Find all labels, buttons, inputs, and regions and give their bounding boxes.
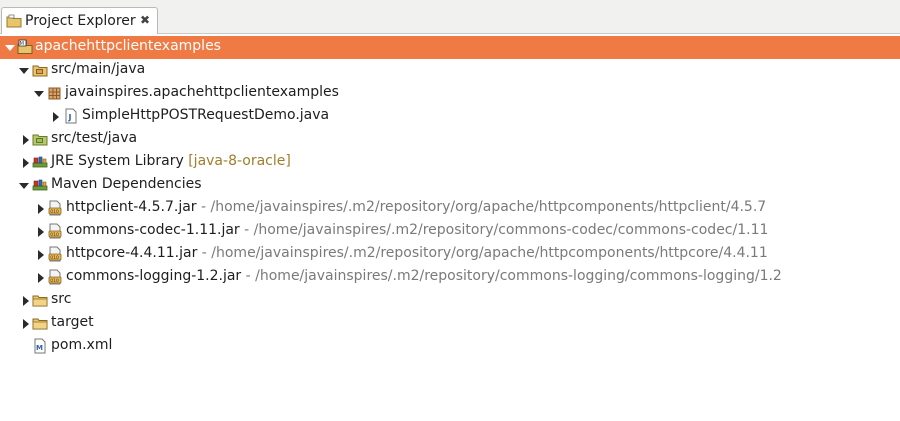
view-tab-bar: Project Explorer ✖ [0,0,900,34]
tab-title: Project Explorer [25,13,136,29]
source-folder-icon [32,65,48,77]
tree-item-label: SimpleHttpPOSTRequestDemo.java [82,107,330,123]
chevron-right-icon[interactable] [35,203,47,215]
tree-item-label: pom.xml [51,337,113,353]
jar-path: - /home/javainspires/.m2/repository/comm… [241,268,782,284]
project-explorer-icon [6,14,22,28]
tree-item-label: src/main/java [51,61,146,77]
library-icon [32,179,48,191]
tree-item-jar[interactable]: 010 httpcore-4.4.11.jar - /home/javainsp… [0,243,900,266]
tree-item-jar[interactable]: 010 commons-codec-1.11.jar - /home/javai… [0,220,900,243]
jar-path: - /home/javainspires/.m2/repository/org/… [197,245,768,261]
svg-text:J: J [25,40,27,46]
tree-item-jar[interactable]: 010 httpclient-4.5.7.jar - /home/javains… [0,197,900,220]
jar-icon: 010 [48,269,62,285]
library-icon [32,156,48,168]
tree-item-label: target [51,314,94,330]
svg-text:010: 010 [50,232,59,238]
project-explorer-tab[interactable]: Project Explorer ✖ [1,7,158,34]
maven-project-icon: M J [17,39,33,54]
chevron-right-icon[interactable] [20,295,32,307]
jre-decoration: [java-8-oracle] [188,153,291,169]
chevron-right-icon[interactable] [35,272,47,284]
jar-path: - /home/javainspires/.m2/repository/comm… [239,222,769,238]
chevron-right-icon[interactable] [35,226,47,238]
java-file-icon: J [65,108,77,124]
svg-text:M: M [36,344,43,352]
jar-name: commons-logging-1.2.jar [66,268,242,284]
tree-item-src-test-java[interactable]: src/test/java [0,128,900,151]
jar-icon: 010 [48,246,62,262]
svg-text:J: J [68,113,72,122]
chevron-down-icon[interactable] [18,180,30,192]
tree-item-label: Maven Dependencies [51,176,202,192]
jre-library-label: JRE System Library [51,153,184,169]
tree-item-jre-library[interactable]: JRE System Library [java-8-oracle] [0,151,900,174]
tree-item-label: commons-codec-1.11.jar - /home/javainspi… [66,222,768,238]
tree-item-label: httpcore-4.4.11.jar - /home/javainspires… [66,245,768,261]
tree-item-maven-dependencies[interactable]: Maven Dependencies [0,174,900,197]
tree-item-label: src [51,291,72,307]
jar-icon: 010 [48,200,62,216]
tree-item-pom[interactable]: M pom.xml [0,335,900,358]
tree-item-label: javainspires.apachehttpclientexamples [65,84,339,100]
chevron-down-icon[interactable] [4,42,16,54]
chevron-right-icon[interactable] [20,318,32,330]
svg-text:010: 010 [50,278,59,284]
chevron-right-icon[interactable] [35,249,47,261]
tree-item-label: httpclient-4.5.7.jar - /home/javainspire… [66,199,766,215]
folder-icon [32,318,48,330]
chevron-down-icon[interactable] [18,65,30,77]
svg-text:010: 010 [50,209,59,215]
tree-item-src-folder[interactable]: src [0,289,900,312]
close-icon[interactable]: ✖ [140,13,150,27]
tree-item-jar[interactable]: 010 commons-logging-1.2.jar - /home/java… [0,266,900,289]
tree-item-label: src/test/java [51,130,138,146]
source-folder-icon [32,134,48,146]
tree-item-label: commons-logging-1.2.jar - /home/javainsp… [66,268,782,284]
tree-item-src-main-java[interactable]: src/main/java [0,59,900,82]
tree-item-java-file[interactable]: J SimpleHttpPOSTRequestDemo.java [0,105,900,128]
jar-path: - /home/javainspires/.m2/repository/org/… [196,199,767,215]
tree-item-package[interactable]: javainspires.apachehttpclientexamples [0,82,900,105]
svg-text:010: 010 [50,255,59,261]
jar-icon: 010 [48,223,62,239]
tree-item-target-folder[interactable]: target [0,312,900,335]
jar-name: commons-codec-1.11.jar [66,222,240,238]
svg-text:M: M [20,41,24,47]
jar-name: httpclient-4.5.7.jar [66,199,197,215]
chevron-right-icon[interactable] [20,134,32,146]
tree-item-label: JRE System Library [java-8-oracle] [51,153,291,169]
chevron-right-icon[interactable] [20,157,32,169]
pom-file-icon: M [34,338,46,354]
jar-name: httpcore-4.4.11.jar [66,245,198,261]
folder-icon [32,295,48,307]
chevron-down-icon[interactable] [33,88,45,100]
package-icon [48,87,61,100]
chevron-right-icon[interactable] [50,111,62,123]
tree-item-project[interactable]: M J apachehttpclientexamples [0,36,900,59]
tree-item-label: apachehttpclientexamples [35,38,221,54]
